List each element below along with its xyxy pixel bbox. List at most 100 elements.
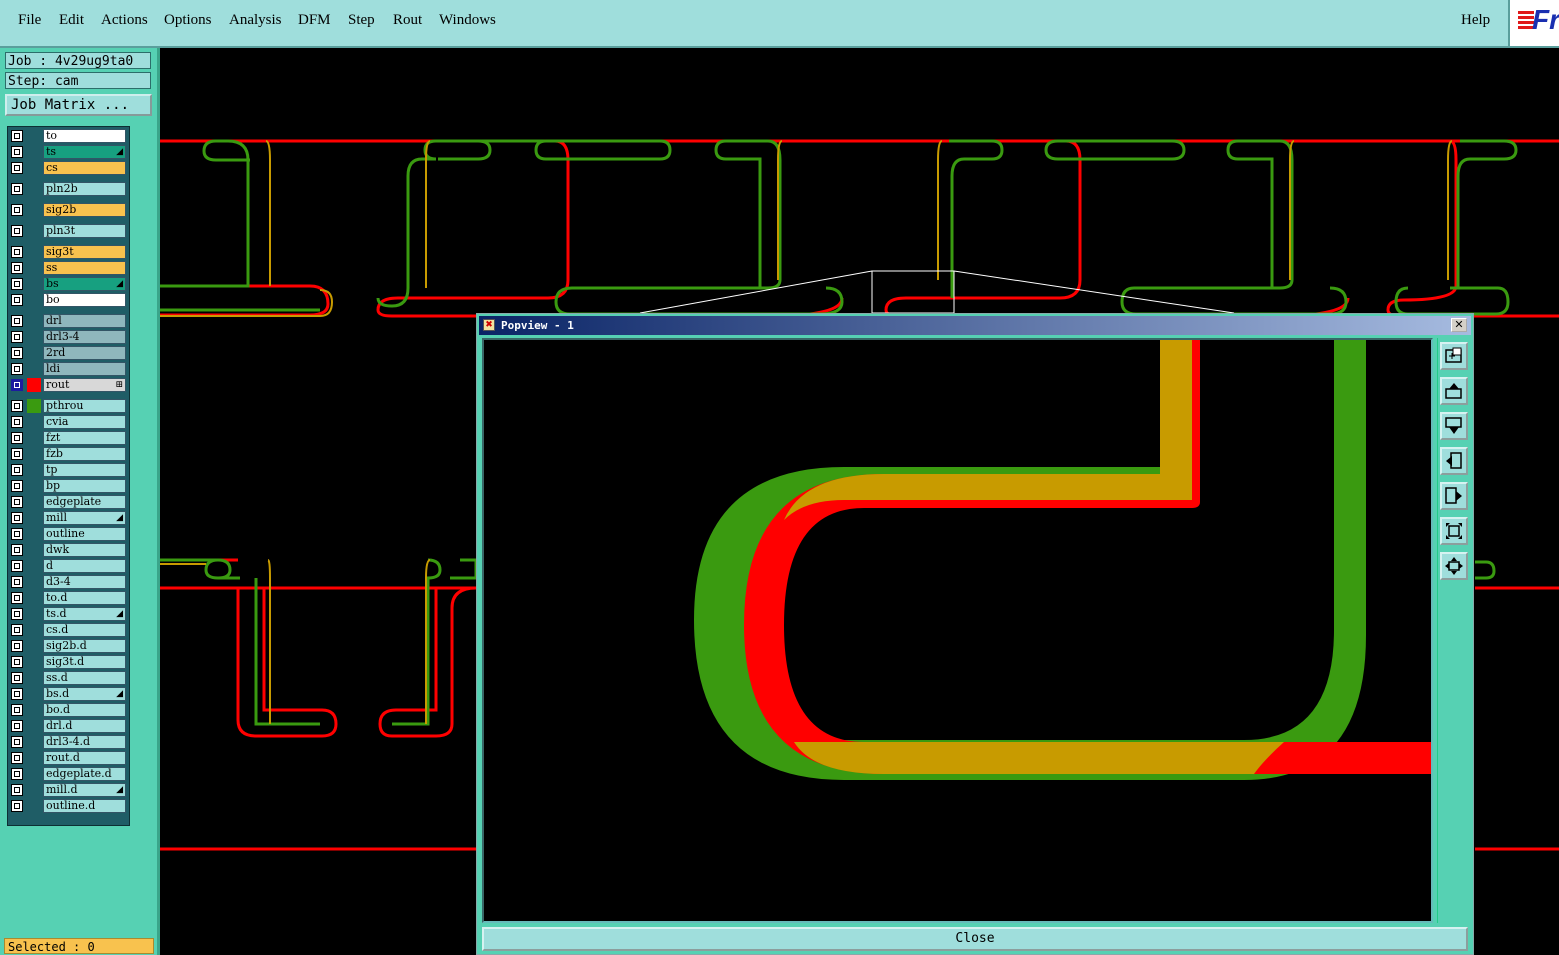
layer-checkbox[interactable] (11, 130, 23, 142)
layer-row-tp[interactable]: tp (8, 463, 129, 477)
layer-checkbox[interactable] (11, 736, 23, 748)
layer-name[interactable]: bp (43, 479, 126, 493)
layer-row-mill[interactable]: mill ◢ (8, 511, 129, 525)
layer-row-sig3t-d[interactable]: sig3t.d (8, 655, 129, 669)
layer-checkbox[interactable] (11, 331, 23, 343)
layer-checkbox[interactable] (11, 544, 23, 556)
layer-row-edgeplate[interactable]: edgeplate (8, 495, 129, 509)
layer-checkbox[interactable] (11, 416, 23, 428)
popview-canvas[interactable] (482, 338, 1433, 923)
layer-row-drl3-4-d[interactable]: drl3-4.d (8, 735, 129, 749)
layer-row-rout[interactable]: rout ⊞ (8, 378, 129, 392)
layer-name[interactable]: mill ◢ (43, 511, 126, 525)
layer-checkbox[interactable] (11, 278, 23, 290)
pan-up-button[interactable] (1440, 377, 1468, 405)
layer-checkbox[interactable] (11, 162, 23, 174)
layer-checkbox[interactable] (11, 800, 23, 812)
layer-name[interactable]: d (43, 559, 126, 573)
layer-name[interactable]: fzt (43, 431, 126, 445)
layer-row-ts[interactable]: ts ◢ (8, 145, 129, 159)
layer-name[interactable]: fzb (43, 447, 126, 461)
menu-rout[interactable]: Rout (393, 12, 422, 29)
menu-edit[interactable]: Edit (59, 12, 84, 29)
layer-name[interactable]: mill.d ◢ (43, 783, 126, 797)
layer-name[interactable]: edgeplate (43, 495, 126, 509)
layer-name[interactable]: cs (43, 161, 126, 175)
layer-checkbox[interactable] (11, 262, 23, 274)
layer-checkbox[interactable] (11, 315, 23, 327)
layer-name[interactable]: edgeplate.d (43, 767, 126, 781)
layer-row-to-d[interactable]: to.d (8, 591, 129, 605)
layer-row-fzt[interactable]: fzt (8, 431, 129, 445)
layer-name[interactable]: outline.d (43, 799, 126, 813)
popview-titlebar[interactable]: ✖ Popview - 1 ✕ (479, 316, 1471, 335)
popview-close-button[interactable]: Close (482, 927, 1468, 951)
layer-name[interactable]: ldi (43, 362, 126, 376)
layer-checkbox[interactable] (11, 464, 23, 476)
layer-row-sig2b[interactable]: sig2b (8, 203, 129, 217)
menu-help[interactable]: Help (1461, 12, 1490, 29)
layer-name[interactable]: outline (43, 527, 126, 541)
layer-name[interactable]: bs ◢ (43, 277, 126, 291)
layer-row-outline-d[interactable]: outline.d (8, 799, 129, 813)
layer-row-pln2b[interactable]: pln2b (8, 182, 129, 196)
layer-row-2rd[interactable]: 2rd (8, 346, 129, 360)
zoom-home-button[interactable] (1440, 552, 1468, 580)
layer-row-edgeplate-d[interactable]: edgeplate.d (8, 767, 129, 781)
layer-checkbox[interactable] (11, 432, 23, 444)
layer-name[interactable]: drl3-4 (43, 330, 126, 344)
layer-name[interactable]: drl.d (43, 719, 126, 733)
pan-right-button[interactable] (1440, 482, 1468, 510)
layer-name[interactable]: rout.d (43, 751, 126, 765)
layer-checkbox[interactable] (11, 448, 23, 460)
layer-name[interactable]: sig3t.d (43, 655, 126, 669)
layer-row-ss-d[interactable]: ss.d (8, 671, 129, 685)
layer-checkbox[interactable] (11, 608, 23, 620)
layer-name[interactable]: pln3t (43, 224, 126, 238)
zoom-window-button[interactable] (1440, 342, 1468, 370)
layer-row-drl[interactable]: drl (8, 314, 129, 328)
pan-left-button[interactable] (1440, 447, 1468, 475)
layer-checkbox[interactable] (11, 379, 23, 391)
layer-name[interactable]: d3-4 (43, 575, 126, 589)
layer-checkbox[interactable] (11, 752, 23, 764)
layer-row-to[interactable]: to (8, 129, 129, 143)
layer-row-outline[interactable]: outline (8, 527, 129, 541)
layer-checkbox[interactable] (11, 400, 23, 412)
zoom-fit-button[interactable] (1440, 517, 1468, 545)
close-icon[interactable]: ✕ (1451, 318, 1467, 332)
layer-checkbox[interactable] (11, 146, 23, 158)
layer-row-pthrou[interactable]: pthrou (8, 399, 129, 413)
layer-checkbox[interactable] (11, 640, 23, 652)
layer-checkbox[interactable] (11, 246, 23, 258)
layer-row-bs[interactable]: bs ◢ (8, 277, 129, 291)
layer-checkbox[interactable] (11, 576, 23, 588)
layer-name[interactable]: dwk (43, 543, 126, 557)
layer-row-bp[interactable]: bp (8, 479, 129, 493)
layer-row-rout-d[interactable]: rout.d (8, 751, 129, 765)
layer-name[interactable]: to (43, 129, 126, 143)
layer-row-ts-d[interactable]: ts.d ◢ (8, 607, 129, 621)
layer-name[interactable]: ss.d (43, 671, 126, 685)
layer-checkbox[interactable] (11, 294, 23, 306)
layer-row-drl-d[interactable]: drl.d (8, 719, 129, 733)
layer-checkbox[interactable] (11, 480, 23, 492)
layer-name[interactable]: bo (43, 293, 126, 307)
layer-row-fzb[interactable]: fzb (8, 447, 129, 461)
layer-checkbox[interactable] (11, 672, 23, 684)
layer-name[interactable]: sig2b.d (43, 639, 126, 653)
layer-row-pln3t[interactable]: pln3t (8, 224, 129, 238)
layer-name[interactable]: ts ◢ (43, 145, 126, 159)
layer-row-drl3-4[interactable]: drl3-4 (8, 330, 129, 344)
layer-checkbox[interactable] (11, 704, 23, 716)
layer-checkbox[interactable] (11, 784, 23, 796)
pan-down-button[interactable] (1440, 412, 1468, 440)
layer-checkbox[interactable] (11, 225, 23, 237)
layer-name[interactable]: to.d (43, 591, 126, 605)
layer-row-sig2b-d[interactable]: sig2b.d (8, 639, 129, 653)
layer-checkbox[interactable] (11, 560, 23, 572)
layer-checkbox[interactable] (11, 656, 23, 668)
layer-row-sig3t[interactable]: sig3t (8, 245, 129, 259)
menu-file[interactable]: File (18, 12, 41, 29)
layer-row-cs[interactable]: cs (8, 161, 129, 175)
